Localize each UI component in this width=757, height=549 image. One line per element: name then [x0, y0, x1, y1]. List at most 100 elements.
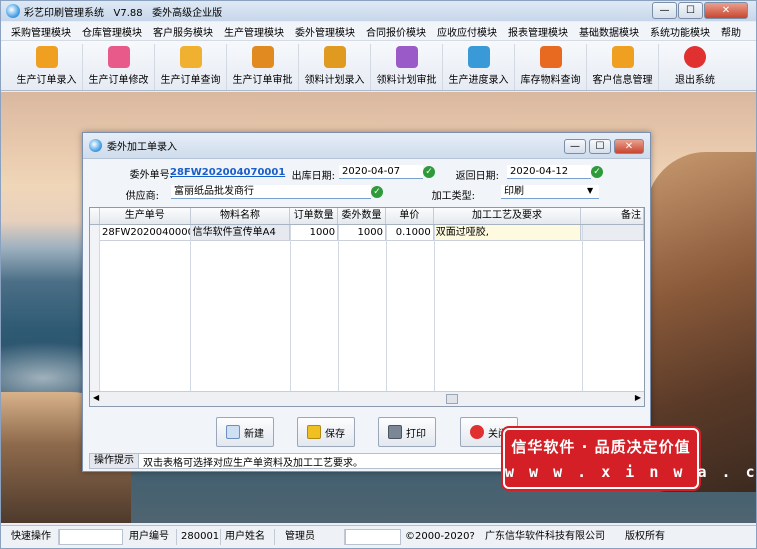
outsourcing-dialog: 委外加工单录入 — ☐ ✕ 委外单号: 28FW202004070001 出库日…: [82, 132, 651, 472]
tool-label: 生产订单查询: [160, 75, 221, 86]
tool-label: 领料计划录入: [304, 75, 365, 86]
rights-text: 版权所有: [625, 531, 665, 542]
supplier-label: 供应商:: [125, 191, 159, 202]
print-button-label: 打印: [406, 428, 426, 440]
order-entry-button[interactable]: 生产订单录入: [11, 44, 83, 90]
new-button[interactable]: 新建: [216, 417, 274, 447]
window-title: 彩艺印刷管理系统 V7.88 委外高级企业版: [24, 7, 223, 19]
dialog-maximize-button[interactable]: ☐: [589, 139, 611, 154]
status-blank: [345, 529, 401, 545]
inventory-query-button[interactable]: 库存物料查询: [515, 44, 587, 90]
table-cell[interactable]: 信华软件宣传单A4: [190, 225, 291, 240]
order-edit-button[interactable]: 生产订单修改: [83, 44, 155, 90]
close-button[interactable]: ✕: [704, 2, 748, 19]
row-indicator-header: [90, 208, 100, 224]
column-header[interactable]: 加工工艺及要求: [434, 208, 582, 224]
horizontal-scrollbar[interactable]: ◀ ▶: [90, 391, 644, 406]
tool-label: 领料计划审批: [376, 75, 437, 86]
watermark-slogan: 信华软件 · 品质决定价值: [511, 438, 691, 456]
save-button[interactable]: 保存: [297, 417, 355, 447]
new-button-label: 新建: [244, 428, 264, 440]
menu-receivable-payable[interactable]: 应收应付模块: [437, 24, 497, 39]
material-approve-icon: [395, 46, 418, 68]
menu-help[interactable]: 帮助: [721, 24, 741, 39]
menu-purchase[interactable]: 采购管理模块: [11, 24, 71, 39]
menu-basic-data[interactable]: 基础数据模块: [579, 24, 639, 39]
power-icon: [470, 425, 484, 439]
order-approve-button[interactable]: 生产订单审批: [227, 44, 299, 90]
menu-warehouse[interactable]: 仓库管理模块: [82, 24, 142, 39]
table-cell[interactable]: 双面过哑胶,: [433, 225, 582, 240]
watermark-url: w w w . x i n w a . c n: [505, 463, 757, 481]
menu-contract-quote[interactable]: 合同报价模块: [366, 24, 426, 39]
print-button[interactable]: 打印: [378, 417, 436, 447]
exit-icon: [684, 46, 706, 68]
table-cell[interactable]: 0.1000: [386, 225, 434, 240]
out-date-field[interactable]: 2020-04-07: [339, 165, 423, 179]
tool-label: 生产订单录入: [16, 75, 77, 86]
column-header[interactable]: 订单数量: [290, 208, 339, 224]
order-no-link[interactable]: 28FW202004070001: [167, 166, 285, 180]
progress-icon: [467, 46, 490, 68]
order-query-button[interactable]: 生产订单查询: [155, 44, 227, 90]
menu-reports[interactable]: 报表管理模块: [508, 24, 568, 39]
order-edit-icon: [107, 46, 130, 68]
order-approve-icon: [251, 46, 274, 68]
progress-entry-button[interactable]: 生产进度录入: [443, 44, 515, 90]
return-date-label: 返回日期:: [455, 171, 499, 182]
supplier-field[interactable]: 富丽纸品批发商行: [171, 185, 371, 199]
status-bar: 快速操作 用户编号 280001 用户姓名 管理员 ©2000-2020? 广东…: [1, 525, 756, 548]
dialog-form: 委外单号: 28FW202004070001 出库日期: 2020-04-07 …: [83, 159, 650, 207]
order-entry-icon: [35, 46, 58, 68]
column-header[interactable]: 委外数量: [338, 208, 386, 224]
menu-system[interactable]: 系统功能模块: [650, 24, 710, 39]
copyright-text: ©2000-2020?: [405, 531, 475, 542]
company-text: 广东信华软件科技有限公司: [485, 531, 605, 542]
column-header[interactable]: 生产单号: [100, 208, 191, 224]
menu-production[interactable]: 生产管理模块: [224, 24, 284, 39]
column-header[interactable]: 备注: [581, 208, 644, 224]
return-date-field[interactable]: 2020-04-12: [507, 165, 591, 179]
check-icon: ✓: [371, 186, 383, 198]
user-name-label: 用户姓名: [221, 529, 275, 545]
quick-ops-label[interactable]: 快速操作: [7, 529, 59, 545]
chevron-down-icon[interactable]: ▼: [587, 186, 593, 195]
inventory-icon: [539, 46, 562, 68]
app-window: 彩艺印刷管理系统 V7.88 委外高级企业版 — ☐ ✕ 采购管理模块 仓库管理…: [0, 0, 757, 549]
tool-label: 生产进度录入: [448, 75, 509, 86]
menu-bar: 采购管理模块 仓库管理模块 客户服务模块 生产管理模块 委外管理模块 合同报价模…: [1, 22, 756, 41]
tool-label: 生产订单审批: [232, 75, 293, 86]
minimize-button[interactable]: —: [652, 2, 677, 19]
menu-outsourcing[interactable]: 委外管理模块: [295, 24, 355, 39]
scroll-thumb[interactable]: [446, 394, 458, 404]
order-no-label: 委外单号:: [129, 170, 173, 181]
dialog-close-button[interactable]: ✕: [614, 139, 644, 154]
column-header[interactable]: 物料名称: [191, 208, 291, 224]
menu-customer-service[interactable]: 客户服务模块: [153, 24, 213, 39]
table-row[interactable]: ▶ 28FW202004000002 信华软件宣传单A4 1000 1000 0…: [90, 225, 644, 241]
material-plan-button[interactable]: 领料计划录入: [299, 44, 371, 90]
column-header[interactable]: 单价: [386, 208, 434, 224]
process-type-select[interactable]: 印刷: [501, 185, 599, 199]
material-plan-icon: [323, 46, 346, 68]
dialog-minimize-button[interactable]: —: [564, 139, 586, 154]
table-cell[interactable]: 1000: [290, 225, 339, 240]
promo-watermark: 信华软件 · 品质决定价值 w w w . x i n w a . c n: [503, 428, 757, 489]
exit-button[interactable]: 退出系统: [659, 44, 731, 90]
table-cell[interactable]: 28FW202004000002: [100, 225, 191, 240]
scroll-left-icon[interactable]: ◀: [93, 393, 99, 402]
process-grid[interactable]: 生产单号 物料名称 订单数量 委外数量 单价 加工工艺及要求 备注 ▶ 28FW…: [89, 207, 645, 407]
tip-label: 操作提示: [90, 454, 139, 468]
row-pointer-icon: ▶: [90, 225, 100, 240]
dialog-title-bar: 委外加工单录入 — ☐ ✕: [83, 133, 650, 159]
table-cell[interactable]: [581, 225, 644, 240]
dialog-title: 委外加工单录入: [107, 142, 177, 153]
save-disk-icon: [307, 425, 321, 439]
table-cell[interactable]: 1000: [338, 225, 386, 240]
material-approve-button[interactable]: 领料计划审批: [371, 44, 443, 90]
customer-info-button[interactable]: 客户信息管理: [587, 44, 659, 90]
maximize-button[interactable]: ☐: [678, 2, 703, 19]
scroll-right-icon[interactable]: ▶: [635, 393, 641, 402]
quick-ops-box[interactable]: [59, 529, 123, 545]
title-bar: 彩艺印刷管理系统 V7.88 委外高级企业版 — ☐ ✕: [1, 1, 756, 21]
